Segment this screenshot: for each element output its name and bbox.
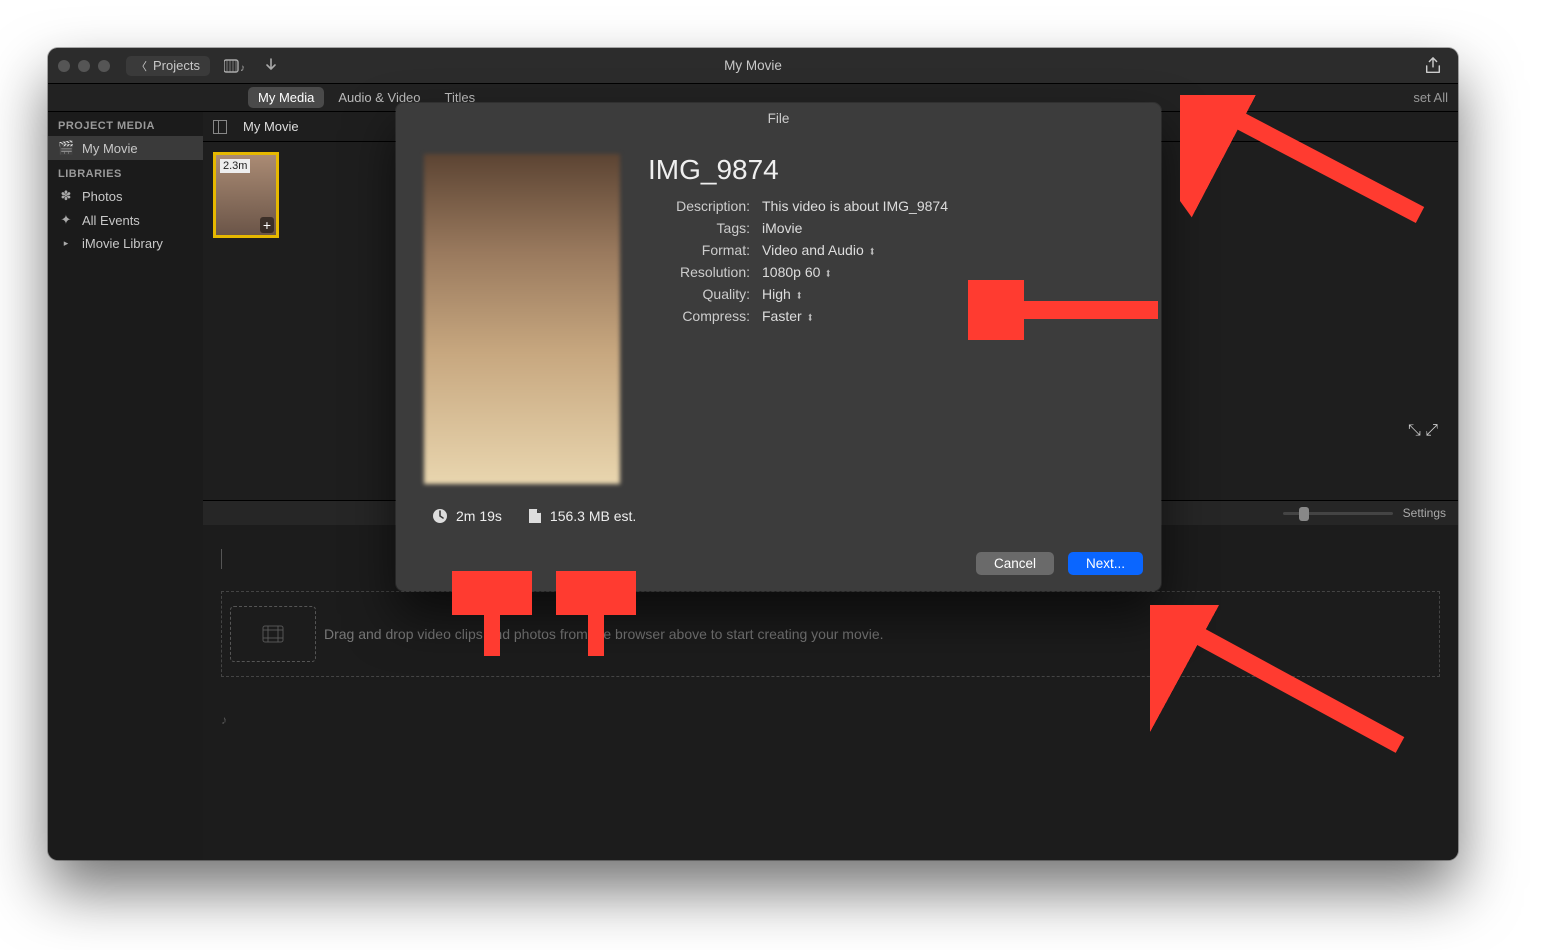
back-label: Projects bbox=[153, 58, 200, 73]
dropzone-hint: Drag and drop video clips and photos fro… bbox=[324, 626, 884, 642]
chevron-right-icon: ▸ bbox=[58, 238, 74, 249]
dialog-title: File bbox=[396, 103, 1161, 134]
sidebar-item-my-movie[interactable]: 🎬 My Movie bbox=[48, 136, 203, 160]
resolution-select[interactable]: 1080p 60⬍ bbox=[762, 264, 833, 280]
quality-select[interactable]: High⬍ bbox=[762, 286, 803, 302]
sidebar-item-label: iMovie Library bbox=[82, 236, 163, 251]
next-button[interactable]: Next... bbox=[1068, 552, 1143, 575]
grid-view-icon[interactable] bbox=[213, 120, 227, 134]
chevron-left-icon: 〈 bbox=[136, 58, 147, 74]
timeline-dropzone[interactable]: Drag and drop video clips and photos fro… bbox=[221, 591, 1440, 677]
filesize-value: 156.3 MB est. bbox=[550, 508, 636, 524]
sidebar-item-imovie-library[interactable]: ▸ iMovie Library bbox=[48, 232, 203, 255]
film-icon bbox=[262, 625, 284, 643]
cancel-button[interactable]: Cancel bbox=[976, 552, 1054, 575]
close-window-icon[interactable] bbox=[58, 60, 70, 72]
expand-icon[interactable]: ⤡ ⤢ bbox=[1408, 422, 1438, 440]
export-form: IMG_9874 Description: This video is abou… bbox=[648, 154, 1133, 484]
clapper-icon: 🎬 bbox=[58, 140, 74, 156]
window-title: My Movie bbox=[724, 58, 782, 73]
settings-button[interactable]: Settings bbox=[1403, 506, 1446, 520]
zoom-slider[interactable] bbox=[1283, 512, 1393, 515]
browser-title: My Movie bbox=[243, 119, 299, 134]
add-clip-icon[interactable]: + bbox=[260, 217, 274, 233]
export-stats: 2m 19s 156.3 MB est. bbox=[396, 490, 1161, 544]
export-file-dialog: File IMG_9874 Description: This video is… bbox=[396, 103, 1161, 591]
sidebar-item-label: All Events bbox=[82, 213, 140, 228]
clip-thumbnail[interactable]: 2.3m + bbox=[213, 152, 279, 238]
tags-field[interactable]: iMovie bbox=[762, 220, 802, 236]
clock-icon bbox=[432, 508, 448, 524]
tab-my-media[interactable]: My Media bbox=[248, 87, 324, 108]
back-button[interactable]: 〈 Projects bbox=[126, 56, 210, 76]
label-tags: Tags: bbox=[648, 220, 750, 236]
dropzone-slot bbox=[230, 606, 316, 662]
label-quality: Quality: bbox=[648, 286, 750, 302]
stat-filesize: 156.3 MB est. bbox=[528, 508, 636, 524]
sidebar-item-label: My Movie bbox=[82, 141, 138, 156]
sidebar: PROJECT MEDIA 🎬 My Movie LIBRARIES ✽ Pho… bbox=[48, 112, 203, 860]
media-import-button[interactable]: ♪ bbox=[218, 58, 250, 74]
clip-duration-badge: 2.3m bbox=[220, 159, 250, 173]
sidebar-item-all-events[interactable]: ✦ All Events bbox=[48, 208, 203, 232]
download-button[interactable] bbox=[258, 58, 284, 74]
audio-track-icon: ♪ bbox=[221, 713, 1440, 727]
minimize-window-icon[interactable] bbox=[78, 60, 90, 72]
sidebar-item-photos[interactable]: ✽ Photos bbox=[48, 184, 203, 208]
sidebar-header-libraries: LIBRARIES bbox=[48, 160, 203, 184]
label-resolution: Resolution: bbox=[648, 264, 750, 280]
duration-value: 2m 19s bbox=[456, 508, 502, 524]
chevron-updown-icon: ⬍ bbox=[869, 247, 875, 258]
window-controls bbox=[58, 60, 110, 72]
toolbar: 〈 Projects ♪ My Movie bbox=[48, 48, 1458, 84]
flower-icon: ✽ bbox=[58, 188, 74, 204]
chevron-updown-icon: ⬍ bbox=[796, 291, 802, 302]
label-description: Description: bbox=[648, 198, 750, 214]
sidebar-header-project-media: PROJECT MEDIA bbox=[48, 112, 203, 136]
label-compress: Compress: bbox=[648, 308, 750, 324]
format-select[interactable]: Video and Audio⬍ bbox=[762, 242, 876, 258]
export-preview-thumbnail bbox=[424, 154, 620, 484]
description-field[interactable]: This video is about IMG_9874 bbox=[762, 198, 948, 214]
reset-all-button[interactable]: set All bbox=[1413, 90, 1448, 105]
file-icon bbox=[528, 508, 542, 524]
chevron-updown-icon: ⬍ bbox=[807, 313, 813, 324]
export-file-title: IMG_9874 bbox=[648, 154, 1133, 186]
sidebar-item-label: Photos bbox=[82, 189, 122, 204]
svg-text:♪: ♪ bbox=[240, 63, 244, 74]
stat-duration: 2m 19s bbox=[432, 508, 502, 524]
chevron-updown-icon: ⬍ bbox=[826, 269, 832, 280]
star-icon: ✦ bbox=[58, 212, 74, 228]
label-format: Format: bbox=[648, 242, 750, 258]
compress-select[interactable]: Faster⬍ bbox=[762, 308, 814, 324]
share-button[interactable] bbox=[1418, 57, 1448, 75]
zoom-window-icon[interactable] bbox=[98, 60, 110, 72]
